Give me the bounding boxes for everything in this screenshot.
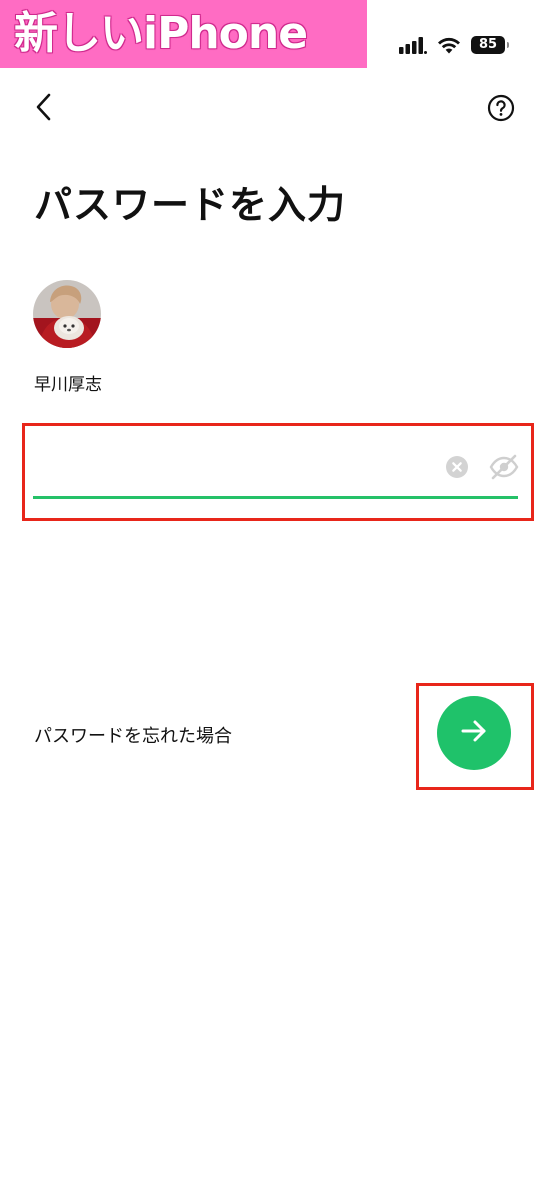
forgot-password-link[interactable]: パスワードを忘れた場合 xyxy=(34,722,232,748)
avatar xyxy=(33,280,101,348)
overlay-tag: 新しいiPhone xyxy=(0,0,367,68)
question-circle-icon xyxy=(487,94,515,126)
user-name: 早川厚志 xyxy=(34,375,102,395)
eye-off-icon[interactable] xyxy=(489,454,519,480)
back-button[interactable] xyxy=(28,90,62,124)
arrow-right-icon xyxy=(460,719,488,747)
password-input[interactable] xyxy=(34,444,438,492)
login-password-screen: 新しいiPhone 85 パスワードを入力 早川厚志 パスワードを忘れた場合 xyxy=(0,0,551,1200)
next-button[interactable] xyxy=(437,696,511,770)
help-button[interactable] xyxy=(487,94,515,122)
status-icons: 85 xyxy=(399,32,509,58)
signal-icon xyxy=(399,36,427,54)
chevron-left-icon xyxy=(28,93,62,128)
battery-indicator: 85 xyxy=(471,36,509,54)
clear-circle-icon[interactable] xyxy=(446,456,468,478)
page-title: パスワードを入力 xyxy=(34,183,347,227)
status-bar: 新しいiPhone 85 xyxy=(0,0,551,68)
wifi-icon xyxy=(437,36,461,54)
password-field-underline xyxy=(33,496,518,499)
